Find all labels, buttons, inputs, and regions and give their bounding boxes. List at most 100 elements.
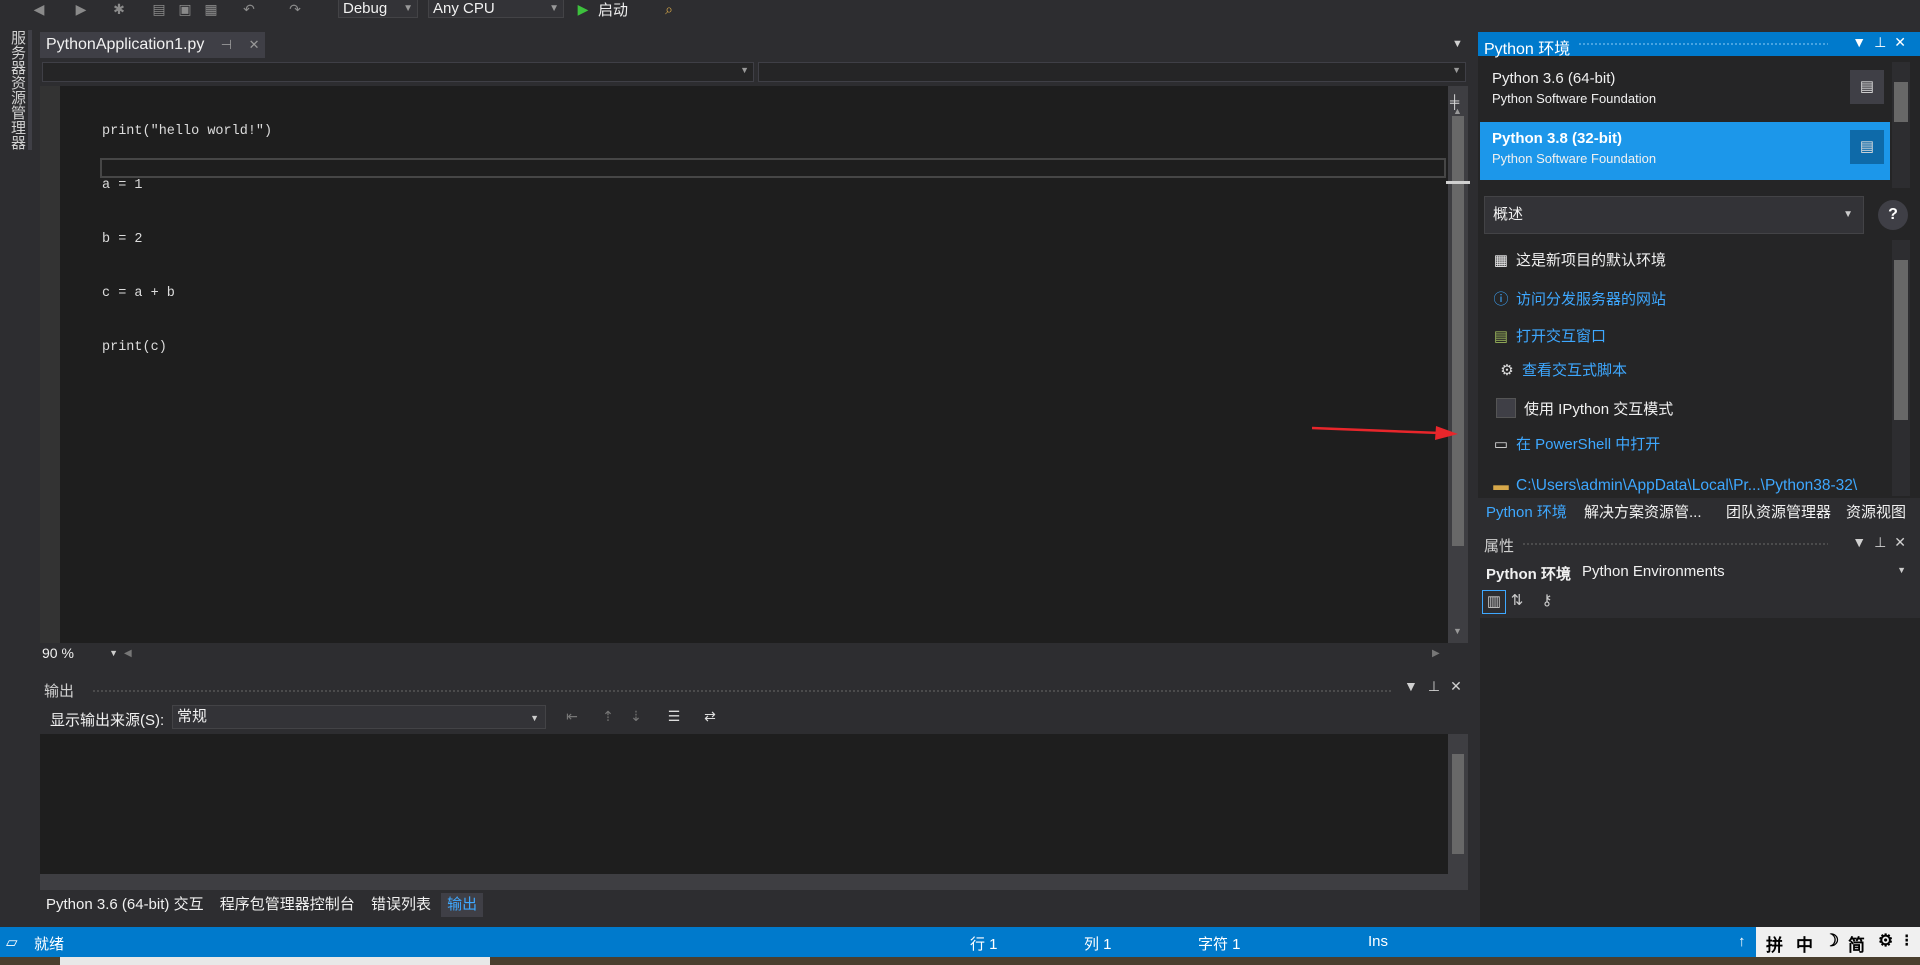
dropdown-icon[interactable]: ▼ bbox=[1404, 678, 1428, 694]
find-message-icon[interactable]: ⇤ bbox=[562, 708, 582, 728]
chevron-down-icon: ▼ bbox=[530, 713, 539, 723]
scroll-right-icon[interactable]: ▶ bbox=[1432, 648, 1440, 659]
visit-site-link[interactable]: ⓘ 访问分发服务器的网站 bbox=[1492, 288, 1666, 309]
redo-icon[interactable]: ↷ bbox=[286, 1, 304, 17]
interactive-window-icon[interactable]: ▤ bbox=[1850, 130, 1884, 164]
panel-grip[interactable] bbox=[1522, 542, 1828, 546]
word-wrap-icon[interactable]: ⇄ bbox=[700, 708, 720, 728]
close-icon[interactable]: ✕ bbox=[1894, 534, 1914, 550]
env-list-scrollbar[interactable] bbox=[1892, 62, 1910, 188]
tab-solution-explorer[interactable]: 解决方案资源管... bbox=[1584, 501, 1702, 522]
save-icon[interactable]: ▣ bbox=[176, 1, 194, 17]
previous-message-icon[interactable]: ⇡ bbox=[598, 708, 618, 728]
configuration-value: Debug bbox=[343, 0, 388, 17]
tab-python-interactive[interactable]: Python 3.6 (64-bit) 交互 bbox=[40, 893, 210, 917]
ime-moon-icon[interactable]: ☽ bbox=[1824, 931, 1839, 951]
ime-pinyin[interactable]: 拼 bbox=[1766, 931, 1783, 956]
env-item-selected[interactable]: Python 3.8 (32-bit) Python Software Foun… bbox=[1480, 122, 1890, 180]
tab-output[interactable]: 输出 bbox=[441, 893, 484, 917]
new-project-icon[interactable]: ✱ bbox=[110, 1, 128, 17]
pin-icon[interactable]: ⊥ bbox=[1874, 34, 1894, 50]
pin-icon[interactable]: ⊥ bbox=[1428, 678, 1450, 694]
open-powershell-label: 在 PowerShell 中打开 bbox=[1516, 436, 1661, 453]
find-icon[interactable]: ⌕ bbox=[660, 1, 678, 17]
default-env-indicator: ▦ 这是新项目的默认环境 bbox=[1492, 249, 1666, 270]
close-icon[interactable]: ✕ bbox=[1450, 678, 1472, 694]
ime-more-icon[interactable]: ⁝ bbox=[1904, 931, 1909, 951]
chevron-down-icon: ▼ bbox=[549, 3, 559, 14]
close-icon[interactable]: ✕ bbox=[1894, 34, 1914, 50]
env-view-select[interactable]: 概述 ▼ bbox=[1484, 196, 1864, 234]
properties-object-select[interactable]: Python 环境 Python Environments ▼ bbox=[1480, 560, 1910, 584]
platform-select[interactable]: Any CPU ▼ bbox=[428, 0, 564, 18]
document-tab[interactable]: PythonApplication1.py ⊣ ✕ bbox=[40, 32, 266, 58]
save-all-icon[interactable]: ▦ bbox=[202, 1, 220, 17]
ime-toolbar[interactable]: 拼 中 ☽ 简 ⚙ ⁝ bbox=[1756, 927, 1920, 957]
editor-vertical-scrollbar[interactable]: ╪ ▲ ▼ bbox=[1448, 86, 1468, 643]
clear-all-icon[interactable]: ☰ bbox=[664, 708, 684, 728]
env-path-link[interactable]: ▬ C:\Users\admin\AppData\Local\Pr...\Pyth… bbox=[1492, 477, 1857, 495]
tab-package-manager-console[interactable]: 程序包管理器控制台 bbox=[214, 893, 361, 917]
ime-chinese[interactable]: 中 bbox=[1796, 931, 1813, 956]
categorized-icon[interactable]: ▥ bbox=[1482, 590, 1506, 614]
properties-title: 属性 bbox=[1484, 538, 1515, 555]
scroll-up-icon[interactable]: ▲ bbox=[1453, 106, 1462, 116]
server-explorer-tab[interactable]: 服务器资源管理器 bbox=[8, 30, 32, 150]
current-line-highlight bbox=[100, 158, 1446, 178]
output-title: 输出 bbox=[44, 683, 75, 700]
scrollbar-thumb[interactable] bbox=[1452, 754, 1464, 854]
publish-icon[interactable]: ↑ bbox=[1738, 933, 1746, 950]
code-line: print("hello world!") bbox=[102, 124, 273, 139]
open-interactive-link[interactable]: ▤ 打开交互窗口 bbox=[1492, 325, 1606, 346]
open-powershell-link[interactable]: ▭ 在 PowerShell 中打开 bbox=[1492, 433, 1660, 454]
output-vertical-scrollbar[interactable] bbox=[1448, 734, 1468, 874]
env-item[interactable]: Python 3.6 (64-bit) Python Software Foun… bbox=[1480, 62, 1890, 120]
tab-team-explorer[interactable]: 团队资源管理器 bbox=[1726, 501, 1831, 522]
code-content[interactable]: print("hello world!") a = 1 b = 2 c = a … bbox=[102, 87, 272, 375]
scroll-down-icon[interactable]: ▼ bbox=[1453, 626, 1462, 636]
status-column: 列 1 bbox=[1084, 936, 1112, 953]
start-button[interactable]: 启动 bbox=[598, 0, 628, 20]
dropdown-icon[interactable]: ▼ bbox=[1852, 34, 1874, 50]
annotation-arrow bbox=[1312, 426, 1458, 440]
panel-grip[interactable] bbox=[1578, 42, 1828, 46]
scope-select[interactable]: ▼ bbox=[42, 62, 754, 82]
dropdown-icon[interactable]: ▼ bbox=[1852, 534, 1874, 550]
tab-resource-view[interactable]: 资源视图 bbox=[1846, 501, 1906, 522]
tab-overflow-icon[interactable]: ▼ bbox=[1452, 38, 1463, 50]
tab-python-environments[interactable]: Python 环境 bbox=[1486, 501, 1567, 522]
zoom-value: 90 % bbox=[42, 645, 74, 661]
output-source-select[interactable]: 常规 ▼ bbox=[172, 705, 546, 729]
ime-settings-icon[interactable]: ⚙ bbox=[1878, 931, 1893, 951]
undo-icon[interactable]: ↶ bbox=[240, 1, 258, 17]
pin-icon[interactable]: ⊣ bbox=[221, 37, 232, 52]
view-scripts-link[interactable]: ⚙ 查看交互式脚本 bbox=[1498, 359, 1627, 380]
output-grip[interactable] bbox=[92, 689, 1392, 693]
open-file-icon[interactable]: ▤ bbox=[150, 1, 168, 17]
close-icon[interactable]: ✕ bbox=[249, 37, 260, 52]
zoom-select[interactable]: 90 % ▼ bbox=[42, 645, 118, 664]
output-horizontal-scrollbar[interactable] bbox=[40, 874, 1468, 890]
interactive-window-icon[interactable]: ▤ bbox=[1850, 70, 1884, 104]
chevron-down-icon: ▼ bbox=[403, 3, 413, 14]
forward-icon[interactable]: ▶ bbox=[72, 1, 90, 17]
start-icon[interactable]: ▶ bbox=[574, 1, 592, 17]
ime-simplified[interactable]: 简 bbox=[1848, 931, 1865, 956]
help-icon[interactable]: ? bbox=[1878, 200, 1908, 230]
alphabetical-icon[interactable]: ⇅ bbox=[1506, 590, 1528, 612]
scroll-left-icon[interactable]: ◀ bbox=[124, 648, 132, 659]
next-message-icon[interactable]: ⇣ bbox=[626, 708, 646, 728]
ipython-checkbox[interactable] bbox=[1496, 398, 1516, 418]
output-text-area[interactable] bbox=[40, 734, 1450, 874]
scrollbar-thumb[interactable] bbox=[1894, 260, 1908, 420]
tab-error-list[interactable]: 错误列表 bbox=[365, 893, 437, 917]
scrollbar-thumb[interactable] bbox=[1894, 82, 1908, 122]
configuration-select[interactable]: Debug ▼ bbox=[338, 0, 418, 18]
pin-icon[interactable]: ⊥ bbox=[1874, 534, 1894, 550]
member-select[interactable]: ▼ bbox=[758, 62, 1466, 82]
env-detail-scrollbar[interactable] bbox=[1892, 240, 1910, 496]
status-bar: ▱ 就绪 行 1 列 1 字符 1 Ins ↑ bbox=[0, 927, 1920, 957]
back-icon[interactable]: ◀ bbox=[30, 1, 48, 17]
panel-controls: ▼⊥✕ bbox=[1852, 34, 1914, 51]
property-pages-icon[interactable]: ⚷ bbox=[1536, 590, 1558, 612]
